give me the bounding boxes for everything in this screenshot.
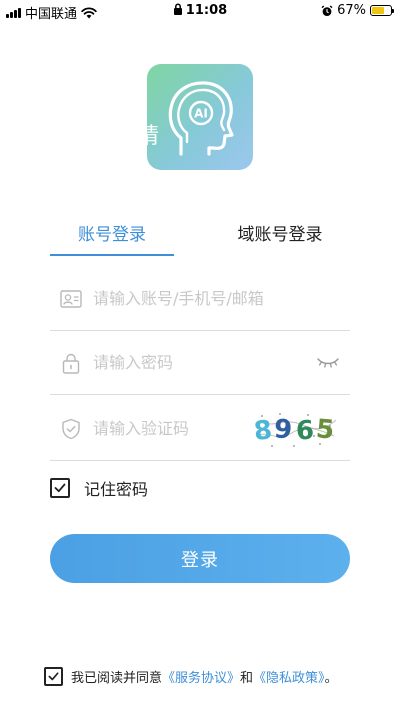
active-tab-indicator: [50, 254, 174, 256]
alarm-icon: [321, 4, 333, 16]
status-right: 67%: [321, 3, 394, 18]
remember-checkbox[interactable]: [50, 478, 70, 498]
remember-password[interactable]: 记住密码: [50, 476, 148, 500]
password-input[interactable]: [93, 348, 303, 376]
status-time: 11:08: [185, 3, 228, 18]
captcha-field: 8 9 6 5: [50, 396, 350, 461]
tab-account-login[interactable]: 账号登录: [50, 218, 174, 254]
id-card-icon: [60, 290, 82, 308]
agreement-checkbox[interactable]: [44, 667, 63, 686]
eye-closed-icon[interactable]: [316, 354, 340, 370]
checkmark-icon: [54, 483, 66, 493]
account-field: [50, 266, 350, 331]
ai-head-icon: AI: [168, 81, 234, 156]
agreement: 我已阅读并同意《服务协议》和《隐私政策》。: [44, 667, 338, 686]
password-field: [50, 330, 350, 395]
app-logo: 请 AI: [147, 64, 253, 170]
tab-domain-login[interactable]: 域账号登录: [210, 218, 350, 254]
battery-percent: 67%: [337, 3, 366, 18]
agreement-suffix: 。: [324, 671, 338, 686]
status-bar: 中国联通 11:08 67%: [0, 0, 400, 22]
lock-icon: [62, 353, 80, 374]
account-input[interactable]: [93, 284, 303, 312]
agreement-prefix: 我已阅读并同意: [71, 671, 163, 686]
orientation-lock-icon: [173, 3, 182, 15]
captcha-image[interactable]: 8 9 6 5: [250, 406, 340, 452]
login-screen: 中国联通 11:08 67% 请 AI 账号登录 域账号登录 请输入账号/手机号…: [0, 0, 400, 710]
agreement-text: 我已阅读并同意《服务协议》和《隐私政策》。: [71, 667, 338, 686]
logo-clipped-text: 请: [147, 124, 160, 149]
captcha-char: 6: [295, 416, 315, 447]
battery-icon: [370, 5, 394, 16]
captcha-char: 9: [273, 414, 293, 445]
captcha-char: 8: [252, 415, 273, 447]
captcha-char: 5: [315, 414, 336, 445]
privacy-policy-link[interactable]: 《隐私政策》: [253, 671, 325, 686]
shield-check-icon: [62, 418, 80, 440]
service-agreement-link[interactable]: 《服务协议》: [162, 671, 240, 686]
agreement-and: 和: [240, 671, 254, 686]
login-tabs: 账号登录 域账号登录: [50, 218, 350, 258]
checkmark-icon: [48, 672, 59, 681]
logo-badge-text: AI: [194, 107, 208, 121]
remember-label: 记住密码: [84, 480, 149, 499]
login-button[interactable]: 登录: [50, 534, 350, 583]
